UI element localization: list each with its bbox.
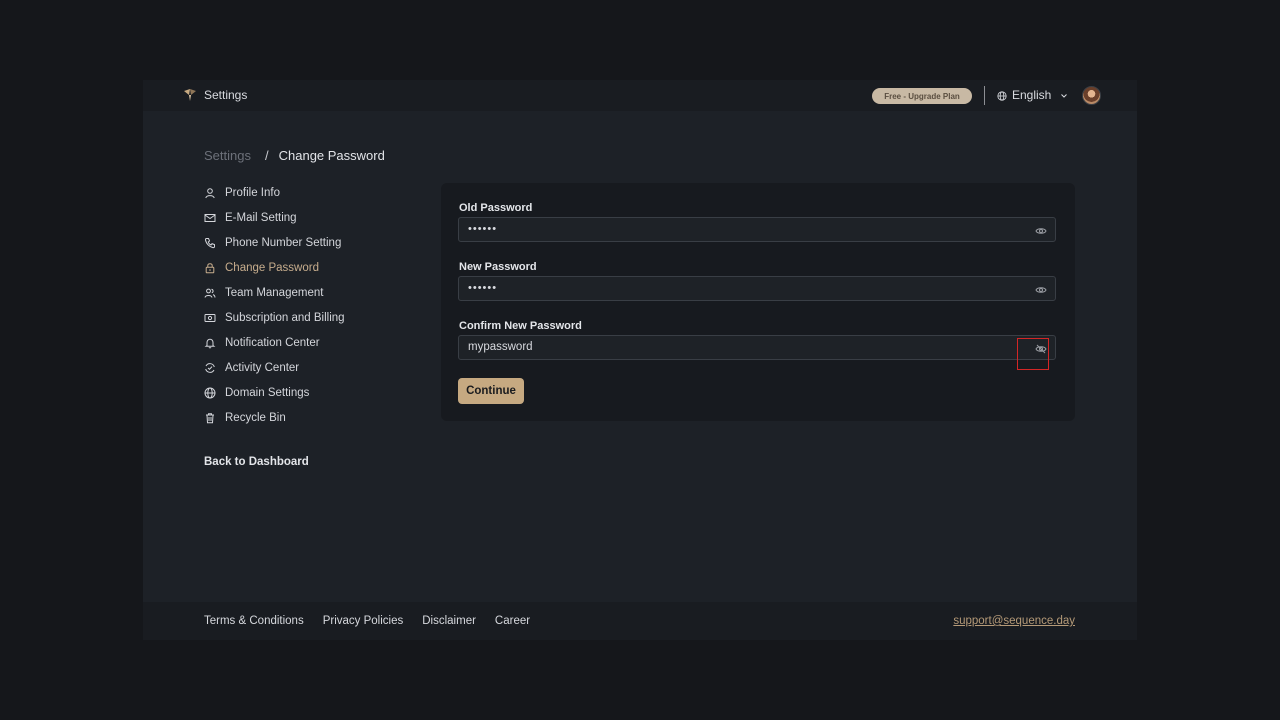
sidebar-item-label: Domain Settings [225,386,310,399]
breadcrumb-current: Change Password [278,148,385,163]
phone-icon [204,237,215,248]
sidebar-item-label: Change Password [225,261,319,274]
globe-icon [204,387,216,398]
hide-password-button[interactable] [1017,338,1049,370]
team-icon [204,288,216,298]
eye-icon [1035,287,1047,293]
sidebar-item-subscription-billing[interactable]: Subscription and Billing [204,305,424,330]
sidebar-item-label: Phone Number Setting [225,236,342,249]
sidebar-item-change-password[interactable]: Change Password [204,255,424,280]
sidebar-item-label: Profile Info [225,186,280,199]
confirm-password-label: Confirm New Password [459,320,582,332]
lock-icon [205,262,215,273]
show-password-button[interactable] [1035,283,1047,295]
chevron-down-icon[interactable] [1060,92,1068,100]
settings-window: Settings Free - Upgrade Plan English Set… [143,80,1137,640]
sidebar-item-domain-settings[interactable]: Domain Settings [204,380,424,405]
upgrade-plan-button[interactable]: Free - Upgrade Plan [872,88,972,104]
focus-highlight [1017,338,1049,370]
new-password-field[interactable]: •••••• [458,276,1056,301]
confirm-password-value: mypassword [468,341,533,353]
sidebar-item-label: E-Mail Setting [225,211,297,224]
footer-links: Terms & Conditions Privacy Policies Disc… [204,615,530,627]
divider [984,86,985,105]
sidebar-item-notification-center[interactable]: Notification Center [204,330,424,355]
footer-link-disclaimer[interactable]: Disclaimer [422,615,476,627]
breadcrumb-separator: / [264,148,269,163]
back-to-dashboard-link[interactable]: Back to Dashboard [204,456,309,468]
trash-icon [206,412,214,423]
sidebar-item-label: Team Management [225,286,324,299]
sidebar-item-phone-number-setting[interactable]: Phone Number Setting [204,230,424,255]
sidebar-item-label: Subscription and Billing [225,311,345,324]
language-selector[interactable]: English [1012,88,1051,102]
logo-icon [184,89,196,101]
show-password-button[interactable] [1035,224,1047,236]
footer: Terms & Conditions Privacy Policies Disc… [143,602,1137,640]
footer-link-privacy[interactable]: Privacy Policies [323,615,404,627]
confirm-password-field[interactable]: mypassword [458,335,1056,370]
old-password-value: •••••• [468,223,498,235]
continue-button[interactable]: Continue [458,378,524,404]
globe-icon[interactable] [997,91,1007,101]
sidebar-item-email-setting[interactable]: E-Mail Setting [204,205,424,230]
footer-link-terms[interactable]: Terms & Conditions [204,615,304,627]
sidebar-item-label: Notification Center [225,336,320,349]
user-icon [205,187,215,198]
mail-icon [204,213,216,222]
support-email-link[interactable]: support@sequence.day [953,615,1075,627]
sidebar-item-activity-center[interactable]: Activity Center [204,355,424,380]
avatar[interactable] [1082,86,1101,105]
eye-icon [1035,228,1047,234]
top-bar: Settings Free - Upgrade Plan English [143,80,1137,111]
new-password-label: New Password [459,261,537,273]
bell-icon [204,338,216,348]
sidebar-item-team-management[interactable]: Team Management [204,280,424,305]
billing-icon [204,313,216,322]
sidebar-item-label: Recycle Bin [225,411,286,424]
activity-icon [205,362,215,373]
new-password-value: •••••• [468,282,498,294]
sidebar-item-profile-info[interactable]: Profile Info [204,180,424,205]
old-password-field[interactable]: •••••• [458,217,1056,242]
sidebar-item-label: Activity Center [225,361,300,374]
old-password-label: Old Password [459,202,533,214]
app-title: Settings [204,88,248,102]
settings-menu: Profile Info E-Mail Setting Phone Number… [204,180,424,430]
breadcrumb-settings[interactable]: Settings [204,148,251,163]
footer-link-career[interactable]: Career [495,615,530,627]
sidebar-item-recycle-bin[interactable]: Recycle Bin [204,405,424,430]
breadcrumb: Settings / Change Password [204,148,385,163]
change-password-form: Old Password •••••• New Password •••••• … [441,183,1075,421]
